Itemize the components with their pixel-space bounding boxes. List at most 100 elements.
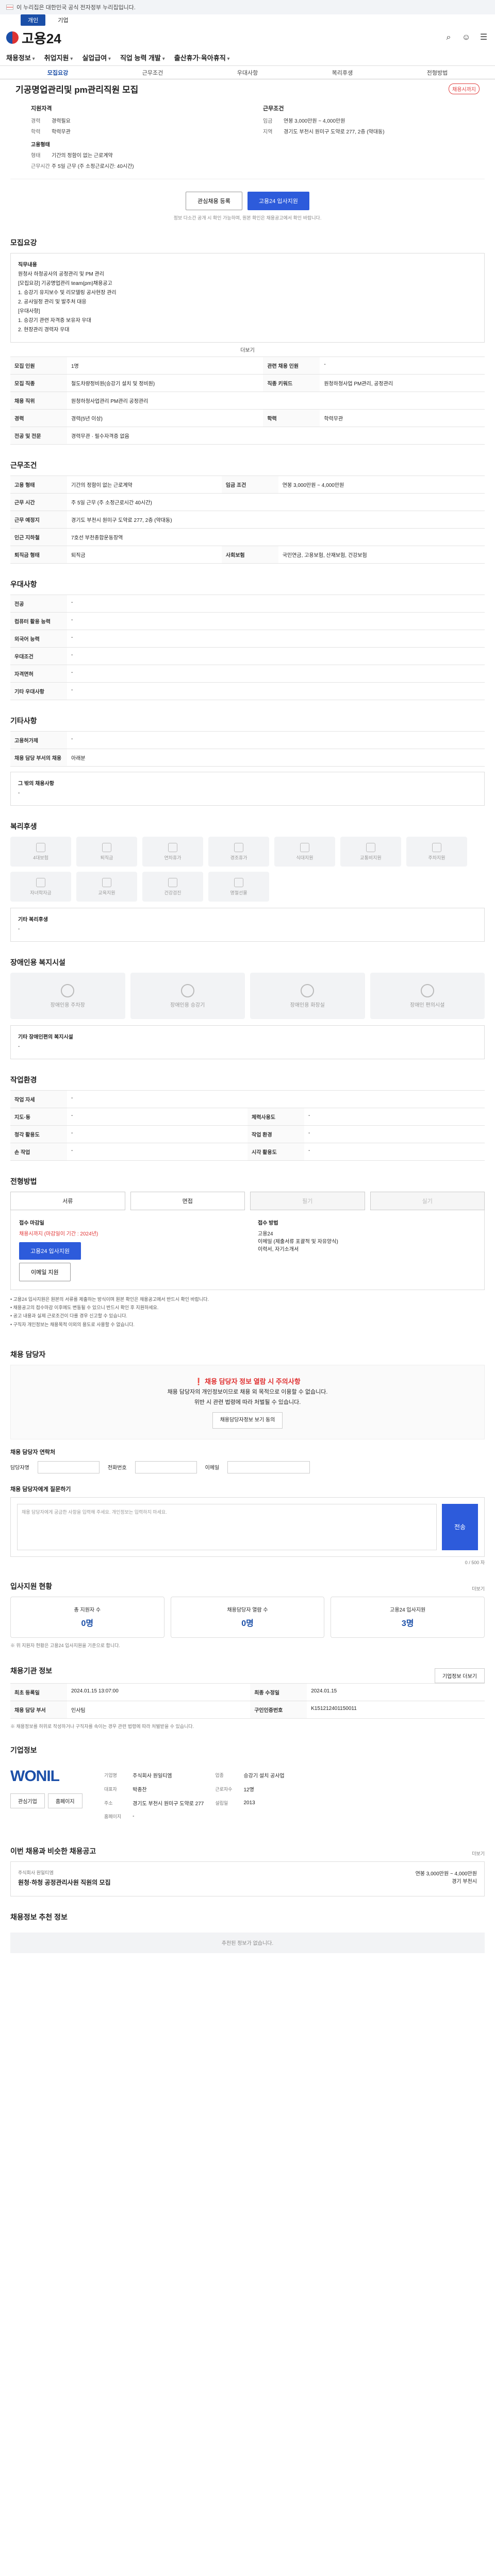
welfare-grid: 4대보험 퇴직금 연차휴가 경조휴가 식대지원 교통비지원 주차지원 자녀학자금… xyxy=(10,837,485,902)
tab-preferred[interactable]: 우대사항 xyxy=(237,69,258,77)
table-row: 근무 예정지 경기도 부천시 원미구 도약로 277, 2층 (약대동) xyxy=(10,511,485,529)
phone-label: 전화번호 xyxy=(107,1465,127,1471)
row-value: 원청하청사업 PM관리, 공정관리 xyxy=(320,374,485,392)
money-icon xyxy=(102,842,111,852)
welfare-label: 교통비지원 xyxy=(360,855,382,860)
logo-text: 고용24 xyxy=(22,30,61,46)
row-value: 기간의 정함이 없는 근로계약 xyxy=(67,476,222,494)
apply-actions: 관심채용 등록 고용24 입사지원 xyxy=(10,179,485,214)
search-icon[interactable]: ⌕ xyxy=(443,32,454,43)
tab-conditions[interactable]: 근무조건 xyxy=(142,69,163,77)
table-row: 고용 형태 기간의 정함이 없는 근로계약 임금 조건 연봉 3,000만원 ~ 4,… xyxy=(10,476,485,494)
row-key: 시각 활용도 xyxy=(248,1143,304,1161)
row-value: - xyxy=(67,1125,248,1143)
table-row: 전공 - xyxy=(10,595,485,613)
row-key: 설립일 xyxy=(215,1800,228,1806)
company-heading: 기업정보 xyxy=(10,1745,37,1754)
table-row: 자격면허 - xyxy=(10,665,485,683)
stats-heading: 입사지원 현황 xyxy=(10,1582,53,1590)
apply-button[interactable]: 고용24 입사지원 xyxy=(247,192,309,210)
apply-button-2[interactable]: 고용24 입사지원 xyxy=(19,1242,81,1260)
interest-button[interactable]: 관심채용 등록 xyxy=(186,192,242,210)
company-section: 기업정보 WONIL 관심기업 홈페이지 기업명 주식회사 원일티엠 업종 승강기 설… xyxy=(10,1735,485,1836)
site-logo[interactable]: 고용24 xyxy=(6,28,61,47)
duty-more-link[interactable]: 더보기 xyxy=(10,343,485,357)
parking-icon xyxy=(61,984,75,997)
welfare-item: 명절선물 xyxy=(208,872,269,902)
note-line: • 구직자 개인정보는 채용목적 이외의 용도로 사용할 수 없습니다. xyxy=(10,1321,135,1327)
row-key: 직종 키워드 xyxy=(263,374,320,392)
interest-company-button[interactable]: 관심기업 xyxy=(10,1793,45,1808)
duty-line: 1. 승강기 관련 자격증 보유자 우대 xyxy=(18,318,91,324)
phone-field xyxy=(135,1461,197,1473)
company-card: WONIL 관심기업 홈페이지 기업명 주식회사 원일티엠 업종 승강기 설치 공사업… xyxy=(10,1760,485,1831)
row-key: 체력사용도 xyxy=(248,1108,304,1126)
row-value: - xyxy=(67,1108,248,1126)
email-apply-button[interactable]: 이메일 지원 xyxy=(19,1263,71,1281)
gnb-support[interactable]: 취업지원 xyxy=(44,53,73,62)
disability-label: 장애인용 주차장 xyxy=(50,1002,85,1008)
tab-personal[interactable]: 개인 xyxy=(21,14,46,26)
table-row: 인근 지하철 7호선 부천종합운동장역 xyxy=(10,528,485,546)
edu-value: 학력무관 xyxy=(52,129,71,135)
welfare-label: 연차휴가 xyxy=(164,855,182,860)
disability-grid: 장애인용 주차장 장애인용 승강기 장애인용 화장실 장애인 편의시설 xyxy=(10,973,485,1019)
other-extra: 그 밖의 채용사항 - xyxy=(10,772,485,806)
row-key xyxy=(210,1810,237,1822)
row-value: - xyxy=(67,731,485,749)
other-extra-label: 그 밖의 채용사항 xyxy=(18,781,54,787)
workplace-section: 작업환경 작업 자세 - 지도·동 - 체력사용도 - 청각 활용도 - 작업 환경 - 손 … xyxy=(10,1064,485,1166)
menu-icon[interactable]: ☰ xyxy=(478,32,489,43)
row-key: 학력 xyxy=(263,409,320,427)
gnb-leave[interactable]: 출산휴가·육아휴직 xyxy=(174,53,230,62)
book-icon xyxy=(102,877,111,887)
row-key: 고용 형태 xyxy=(10,476,67,494)
row-value: - xyxy=(67,1143,248,1161)
recruit-heading: 모집요강 xyxy=(10,239,37,247)
row-value: 2024.01.15 13:07:00 xyxy=(67,1683,251,1701)
row-key: 근무 예정지 xyxy=(10,511,67,529)
similar-more-link[interactable]: 더보기 xyxy=(472,1850,485,1857)
calendar-icon xyxy=(168,842,177,852)
gov-notice: 이 누리집은 대한민국 공식 전자정부 누리집입니다. xyxy=(16,5,136,11)
welfare-item: 자녀학자금 xyxy=(10,872,71,902)
disability-note-value: - xyxy=(18,1044,20,1049)
stats-more-link[interactable]: 더보기 xyxy=(472,1585,485,1592)
row-value: 인사팀 xyxy=(67,1700,251,1719)
disability-note: 기타 장애인편의 복지시설 - xyxy=(10,1025,485,1059)
gnb-unemployment[interactable]: 실업급여 xyxy=(82,53,111,62)
inquiry-textarea[interactable]: 채용 담당자에게 궁금한 사항을 입력해 주세요. 개인정보는 입력하지 마세요… xyxy=(17,1503,437,1550)
gnb-jobs[interactable]: 채용정보 xyxy=(6,53,35,62)
similar-job-card[interactable]: 주식회사 원일티엠 원청·하청 공정관리사원 직원의 모집 연봉 3,000만원… xyxy=(10,1861,485,1896)
wage-value: 연봉 3,000만원 ~ 4,000만원 xyxy=(284,118,345,124)
gift-icon xyxy=(234,842,243,852)
note-line: • 고용24 입사지원은 원본의 서류를 제출하는 방식이며 원본 확인은 채용… xyxy=(10,1297,209,1302)
row-key: 최초 등록일 xyxy=(10,1683,67,1701)
gnb-training[interactable]: 직업 능력 개발 xyxy=(120,53,165,62)
company-info-button[interactable]: 기업정보 더보기 xyxy=(434,1668,485,1683)
tab-welfare[interactable]: 복리후생 xyxy=(332,69,353,77)
contact-label: 채용 담당자 연락처 xyxy=(10,1449,56,1455)
recent-heading: 채용정보 추천 정보 xyxy=(10,1912,68,1921)
table-row: 기업명 주식회사 원일티엠 업종 승강기 설치 공사업 xyxy=(99,1769,290,1782)
homepage-button[interactable]: 홈페이지 xyxy=(47,1793,82,1808)
user-icon[interactable]: ☺ xyxy=(461,32,471,43)
row-key: 퇴직금 형태 xyxy=(10,546,67,564)
other-extra-value: - xyxy=(18,790,20,796)
row-key: 기업명 xyxy=(104,1772,117,1778)
recent-section: 채용정보 추천 정보 추천된 정보가 없습니다. xyxy=(10,1902,485,1958)
tab-business[interactable]: 기업 xyxy=(51,14,75,26)
row-key: 컴퓨터 활용 능력 xyxy=(10,612,67,630)
tab-recruit[interactable]: 모집요강 xyxy=(47,69,68,77)
send-button[interactable]: 전송 xyxy=(442,1503,478,1550)
row-key: 작업 자세 xyxy=(10,1090,67,1108)
selection-section: 전형방법 서류 면접 필기 실기 접수 마감일 채용시까지 (마감일이 기간 :… xyxy=(10,1166,485,1339)
tab-selection[interactable]: 전형방법 xyxy=(427,69,448,77)
table-row: 손 작업 - 시각 활용도 - xyxy=(10,1143,485,1161)
agree-view-button[interactable]: 채용담당자정보 보기 동의 xyxy=(212,1412,283,1429)
table-row: 채용 담당 부서 인사팀 구인인증번호 K151212401150011 xyxy=(10,1700,485,1719)
welfare-label: 교육지원 xyxy=(98,890,116,895)
gov-banner: 이 누리집은 대한민국 공식 전자정부 누리집입니다. xyxy=(0,0,495,14)
table-row: 근무 시간 주 5일 근무 (주 소정근로시간 40시간) xyxy=(10,493,485,511)
disability-item: 장애인용 화장실 xyxy=(250,973,365,1019)
